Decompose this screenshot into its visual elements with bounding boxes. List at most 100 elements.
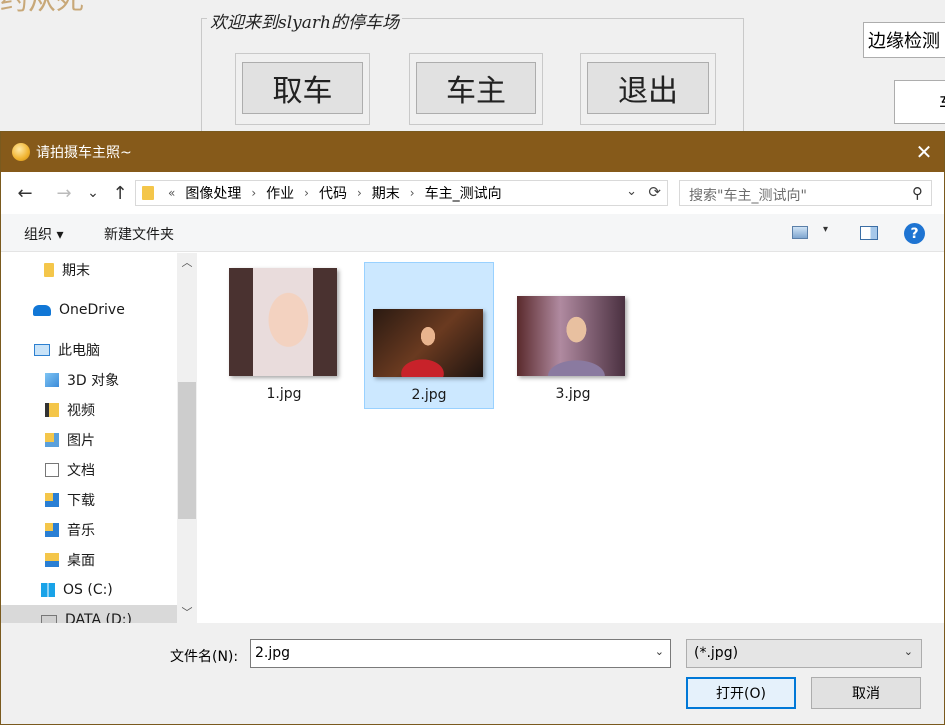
nav-item-label: 下载 (67, 493, 95, 509)
address-bar[interactable]: « 图像处理 › 作业 › 代码 › 期末 › 车主_测试向 ⌄ ⟳ (135, 180, 668, 206)
command-toolbar: 组织 ▾ 新建文件夹 ▾ ? (1, 214, 944, 252)
pictures-folder-icon (45, 433, 59, 447)
breadcrumb-item[interactable]: 代码 (319, 183, 347, 203)
desktop-folder-icon (45, 553, 59, 567)
open-button[interactable]: 打开(O) (686, 677, 796, 709)
dialog-footer: 文件名(N): 2.jpg ⌄ (*.jpg) ⌄ 打开(O) 取消 (1, 623, 944, 724)
address-history-chevron-icon[interactable]: ⌄ (626, 184, 637, 199)
forward-arrow-icon[interactable]: → (53, 182, 75, 204)
data-drive-icon (41, 615, 57, 623)
dialog-titlebar: 请拍摄车主照~ ✕ (1, 132, 944, 172)
nav-item-onedrive[interactable]: OneDrive (1, 295, 177, 325)
3d-objects-icon (45, 373, 59, 387)
nav-item-videos[interactable]: 视频 (1, 395, 177, 425)
dialog-title: 请拍摄车主照~ (36, 145, 132, 161)
nav-item-label: OneDrive (59, 302, 125, 318)
overflow-chevron-icon[interactable]: « (168, 186, 175, 200)
pc-icon (34, 344, 50, 356)
view-options-chevron-icon[interactable]: ▾ (823, 224, 828, 235)
open-file-dialog: 请拍摄车主照~ ✕ ← → ⌄ ↑ « 图像处理 › 作业 › 代码 › 期末 … (0, 131, 945, 725)
car-owner-button[interactable]: 车主 (416, 62, 536, 114)
nav-item-desktop[interactable]: 桌面 (1, 545, 177, 575)
filename-input[interactable]: 2.jpg ⌄ (250, 639, 671, 668)
filename-dropdown-chevron-icon[interactable]: ⌄ (655, 645, 664, 658)
filename-value: 2.jpg (255, 645, 291, 661)
owner-button-frame: 车主 (409, 53, 543, 125)
nav-item-label: OS (C:) (63, 582, 113, 598)
navigation-bar: ← → ⌄ ↑ « 图像处理 › 作业 › 代码 › 期末 › 车主_测试向 ⌄… (1, 172, 944, 214)
os-drive-icon (41, 583, 55, 597)
preview-pane-icon[interactable] (860, 226, 878, 240)
file-item[interactable]: 3.jpg (508, 262, 638, 409)
exit-button-frame: 退出 (580, 53, 716, 125)
nav-item-label: 音乐 (67, 523, 95, 539)
nav-item-qimo[interactable]: 期末 (1, 255, 177, 285)
organize-menu-button[interactable]: 组织 ▾ (24, 224, 63, 244)
nav-item-music[interactable]: 音乐 (1, 515, 177, 545)
help-icon[interactable]: ? (904, 223, 925, 244)
search-icon[interactable]: ⚲ (912, 184, 923, 202)
nav-item-label: 桌面 (67, 553, 95, 569)
file-item[interactable]: 1.jpg (219, 262, 349, 409)
scroll-down-icon[interactable]: ﹀ (177, 603, 197, 621)
pickup-car-button[interactable]: 取车 (242, 62, 363, 114)
search-placeholder: 搜索"车主_测试向" (689, 188, 807, 204)
onedrive-icon (33, 304, 51, 316)
cancel-button[interactable]: 取消 (811, 677, 921, 709)
search-input[interactable]: 搜索"车主_测试向" ⚲ (679, 180, 932, 206)
nav-item-label: DATA (D:) (65, 612, 132, 623)
nav-item-label: 期末 (62, 263, 90, 279)
nav-pane-scrollbar[interactable]: ︿ ﹀ (177, 253, 197, 623)
nav-item-label: 3D 对象 (67, 373, 120, 389)
breadcrumb-item[interactable]: 图像处理 (185, 183, 241, 203)
breadcrumb-separator-icon: › (409, 186, 415, 200)
change-view-icon[interactable] (792, 226, 808, 239)
nav-item-this-pc[interactable]: 此电脑 (1, 335, 177, 365)
folder-icon (44, 263, 54, 277)
file-name: 1.jpg (266, 386, 302, 402)
downloads-folder-icon (45, 493, 59, 507)
file-type-chevron-icon[interactable]: ⌄ (904, 645, 913, 658)
file-type-select[interactable]: (*.jpg) ⌄ (686, 639, 922, 668)
edge-detect-button[interactable]: 边缘检测 (863, 22, 945, 58)
scroll-up-icon[interactable]: ︿ (177, 253, 197, 271)
breadcrumb-item[interactable]: 车主_测试向 (425, 183, 502, 203)
file-thumbnail (373, 309, 483, 377)
file-list-view: 1.jpg 2.jpg 3.jpg (197, 253, 944, 623)
file-type-value: (*.jpg) (694, 645, 739, 661)
refresh-icon[interactable]: ⟳ (648, 183, 661, 201)
breadcrumb-separator-icon: › (356, 186, 362, 200)
breadcrumb-separator-icon: › (304, 186, 309, 200)
breadcrumb-separator-icon: › (251, 186, 257, 200)
file-thumbnail (229, 268, 337, 376)
close-icon[interactable]: ✕ (912, 140, 936, 164)
partial-button[interactable]: 车 (894, 80, 945, 124)
nav-item-label: 视频 (67, 403, 95, 419)
file-name: 3.jpg (555, 386, 591, 402)
documents-folder-icon (45, 463, 59, 477)
exit-button[interactable]: 退出 (587, 62, 709, 114)
app-icon (12, 143, 30, 161)
file-item[interactable]: 2.jpg (364, 262, 494, 409)
recent-locations-chevron-icon[interactable]: ⌄ (85, 182, 101, 204)
breadcrumb-item[interactable]: 期末 (372, 183, 400, 203)
welcome-group-title: 欢迎来到slyarh的停车场 (207, 8, 402, 33)
nav-item-pictures[interactable]: 图片 (1, 425, 177, 455)
nav-item-3d-objects[interactable]: 3D 对象 (1, 365, 177, 395)
nav-item-documents[interactable]: 文档 (1, 455, 177, 485)
up-arrow-icon[interactable]: ↑ (109, 182, 131, 204)
nav-item-data-drive[interactable]: DATA (D:) (1, 605, 177, 623)
back-arrow-icon[interactable]: ← (14, 182, 36, 204)
scrollbar-thumb[interactable] (178, 382, 196, 519)
folder-icon (142, 186, 154, 200)
nav-item-label: 文档 (67, 463, 95, 479)
video-folder-icon (45, 403, 59, 417)
new-folder-button[interactable]: 新建文件夹 (104, 224, 174, 244)
music-folder-icon (45, 523, 59, 537)
navigation-pane: 期末 OneDrive 此电脑 3D 对象 视频 图片 文档 下载 音乐 桌面 … (1, 253, 197, 623)
nav-item-downloads[interactable]: 下载 (1, 485, 177, 515)
breadcrumb-item[interactable]: 作业 (266, 183, 294, 203)
pickup-button-frame: 取车 (235, 53, 370, 125)
nav-item-os-drive[interactable]: OS (C:) (1, 575, 177, 605)
filename-label: 文件名(N): (170, 649, 239, 665)
